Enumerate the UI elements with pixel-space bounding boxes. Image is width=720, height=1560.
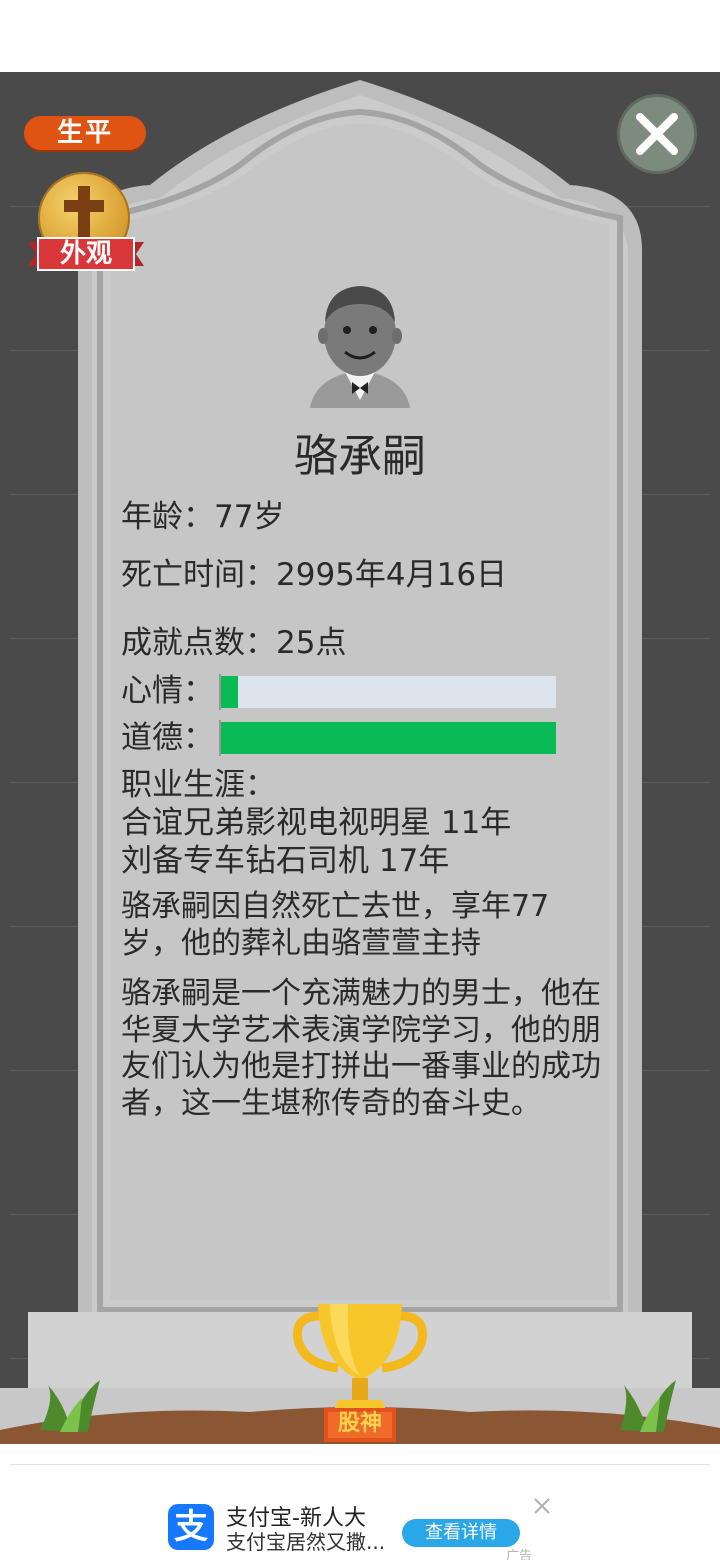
- ad-tag: 广告: [506, 1549, 533, 1560]
- morality-bar: [221, 722, 556, 754]
- ad-close-icon[interactable]: [532, 1496, 552, 1516]
- mood-bar-fill: [221, 676, 238, 708]
- death-summary: 骆承嗣因自然死亡去世，享年77岁，他的葬礼由骆萱萱主持: [121, 889, 550, 961]
- career-item: 刘备专车钻石司机 17年: [121, 843, 450, 879]
- trophy-label: 股神: [337, 1411, 382, 1436]
- career-title: 职业生涯：: [121, 767, 276, 803]
- alipay-logo-icon[interactable]: 支: [168, 1504, 214, 1550]
- tombstone-screen: 生平 外观 骆承嗣 年龄：77岁 死亡时间：2995年4月16日 成就点数：25…: [0, 0, 720, 1560]
- ad-subtitle[interactable]: 支付宝居然又撒...: [226, 1526, 385, 1555]
- mood-label: 心情：: [121, 673, 214, 709]
- achievement-points-text: 成就点数：25点: [121, 625, 347, 661]
- portrait-avatar: [310, 286, 410, 408]
- career-item: 合谊兄弟影视电视明星 11年: [121, 805, 512, 841]
- age-text: 年龄：77岁: [121, 499, 285, 535]
- life-tab[interactable]: 生平: [24, 116, 146, 150]
- mood-bar: [221, 676, 556, 708]
- person-name: 骆承嗣: [294, 431, 426, 482]
- tombstone: [0, 80, 720, 1444]
- appearance-label: 外观: [59, 239, 112, 269]
- close-button[interactable]: [617, 94, 697, 174]
- morality-label: 道德：: [121, 720, 214, 756]
- ad-divider: [10, 1464, 710, 1465]
- ad-view-details-button[interactable]: 查看详情: [402, 1519, 520, 1547]
- appearance-button[interactable]: 外观: [28, 172, 144, 276]
- morality-bar-fill: [221, 722, 556, 754]
- biography: 骆承嗣是一个充满魅力的男士，他在华夏大学艺术表演学院学习，他的朋友们认为他是打拼…: [121, 976, 601, 1121]
- death-time-text: 死亡时间：2995年4月16日: [121, 557, 508, 593]
- close-icon: [636, 113, 678, 155]
